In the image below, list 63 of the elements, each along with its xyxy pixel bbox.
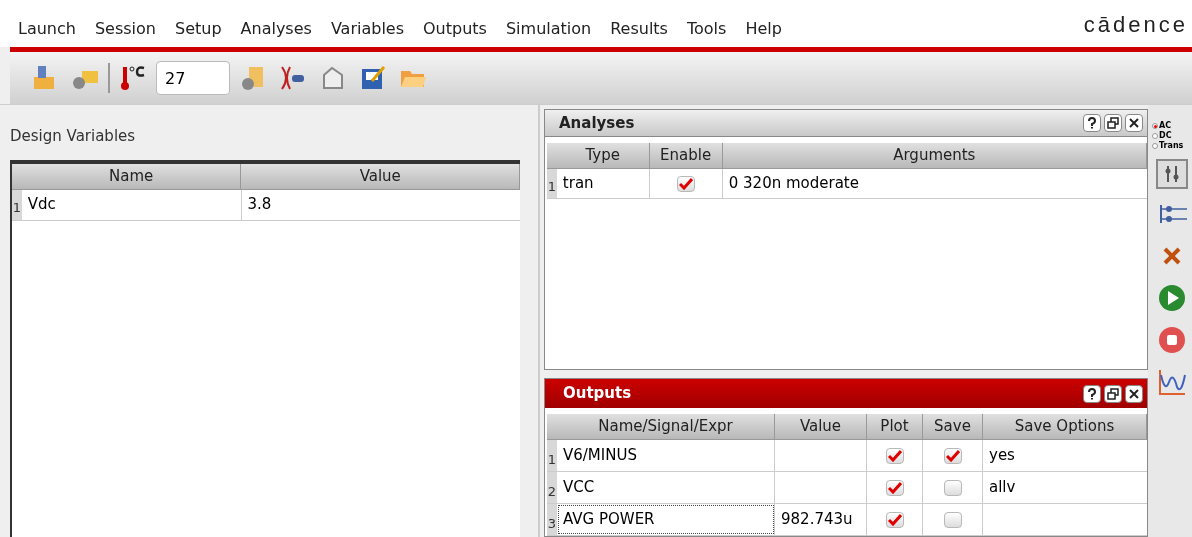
undock-button[interactable] bbox=[1104, 114, 1122, 132]
table-cell: AVG POWER bbox=[557, 504, 775, 535]
undock-button[interactable] bbox=[1104, 384, 1122, 403]
checkbox[interactable] bbox=[885, 511, 904, 528]
analysis-radio[interactable]: DC bbox=[1152, 131, 1184, 141]
row-number: 2 bbox=[547, 472, 557, 503]
column-header: Enable bbox=[649, 143, 723, 168]
column-header: Save bbox=[923, 414, 983, 439]
close-icon bbox=[1129, 388, 1139, 399]
close-button[interactable] bbox=[1125, 384, 1143, 403]
menu-item[interactable]: Tools bbox=[686, 17, 727, 41]
checkbox[interactable] bbox=[943, 447, 962, 464]
panel-title: Outputs bbox=[563, 383, 632, 405]
table-cell: VCC bbox=[557, 472, 775, 503]
column-header: Type bbox=[556, 143, 650, 168]
row-number: 3 bbox=[547, 504, 557, 535]
close-icon bbox=[1129, 118, 1139, 128]
analysis-radio[interactable]: AC bbox=[1152, 121, 1184, 131]
menu-item[interactable]: Launch bbox=[18, 17, 76, 41]
question-mark-icon bbox=[1087, 387, 1097, 400]
close-button[interactable] bbox=[1125, 114, 1143, 132]
menu-item[interactable]: Session bbox=[94, 17, 156, 41]
row-number: 1 bbox=[12, 189, 22, 220]
windows-icon bbox=[1107, 117, 1119, 129]
column-header: Name/Signal/Expr bbox=[557, 414, 775, 439]
column-header: Arguments bbox=[722, 143, 1147, 168]
menu-item[interactable]: Simulation bbox=[505, 17, 592, 41]
table-cell-text: 3.8 bbox=[246, 194, 273, 216]
question-mark-icon bbox=[1087, 117, 1097, 129]
checkbox[interactable] bbox=[676, 175, 695, 192]
menu-item[interactable]: Results bbox=[610, 17, 668, 41]
menu-item[interactable]: Outputs bbox=[423, 17, 487, 41]
row-number: 1 bbox=[547, 440, 557, 471]
table-cell-text: allv bbox=[988, 477, 1017, 499]
table-cell: V6/MINUS bbox=[557, 440, 775, 471]
panel-title: Design Variables bbox=[10, 126, 137, 147]
row-number: 1 bbox=[547, 169, 557, 198]
table-cell-text: yes bbox=[988, 445, 1016, 467]
temperature-field[interactable]: 27 bbox=[156, 61, 230, 95]
logo: cādence bbox=[1083, 11, 1188, 39]
table-cell: Vdc bbox=[21, 189, 242, 220]
windows-icon bbox=[1107, 387, 1119, 400]
table-cell: tran bbox=[556, 169, 650, 198]
help-button[interactable] bbox=[1083, 114, 1101, 132]
column-header: Value bbox=[775, 414, 867, 439]
table-cell: 982.743u bbox=[775, 504, 867, 535]
menu-item[interactable]: Setup bbox=[175, 17, 222, 41]
column-header: Plot bbox=[867, 414, 923, 439]
help-button[interactable] bbox=[1083, 384, 1101, 403]
checkbox[interactable] bbox=[943, 479, 962, 496]
analysis-radio[interactable]: Trans bbox=[1152, 141, 1184, 151]
column-header: Value bbox=[241, 163, 520, 189]
checkbox[interactable] bbox=[943, 511, 962, 528]
checkbox[interactable] bbox=[885, 447, 904, 464]
table-cell-text: 0 320n moderate bbox=[727, 173, 860, 195]
panel-title: Analyses bbox=[559, 112, 635, 134]
checkbox[interactable] bbox=[885, 479, 904, 496]
menu-item[interactable]: Help bbox=[745, 17, 782, 41]
menu-item[interactable]: Analyses bbox=[240, 17, 312, 41]
column-header: Name bbox=[21, 163, 242, 189]
column-header: Save Options bbox=[983, 414, 1147, 439]
tuning-button[interactable] bbox=[1156, 159, 1188, 189]
menu-item[interactable]: Variables bbox=[330, 17, 404, 41]
